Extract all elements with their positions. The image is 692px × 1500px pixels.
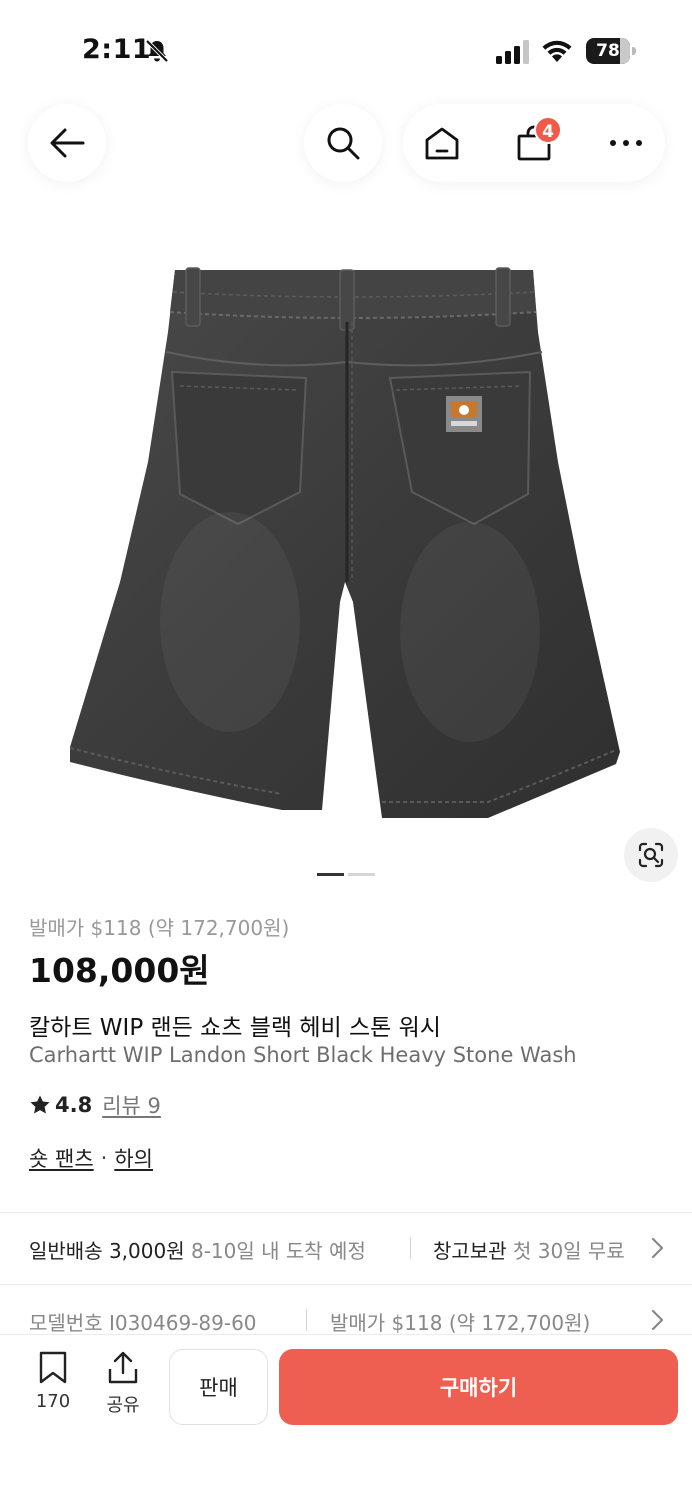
rating-row: 4.8 리뷰 9 xyxy=(29,1091,161,1119)
status-bar: 2:11 78 xyxy=(0,0,692,100)
model-release-price: 발매가 $118 (약 172,700원) xyxy=(330,1311,591,1335)
category-link-shorts[interactable]: 숏 팬츠 xyxy=(29,1143,94,1173)
warehouse-storage-note: 첫 30일 무료 xyxy=(512,1239,625,1263)
bookmark-count: 170 xyxy=(35,1391,71,1412)
bell-slash-icon xyxy=(145,39,169,63)
standard-shipping-label: 일반배송 3,000원 xyxy=(29,1239,185,1263)
product-title-english: Carhartt WIP Landon Short Black Heavy St… xyxy=(29,1043,577,1067)
product-title-korean: 칼하트 WIP 랜든 쇼츠 블랙 헤비 스톤 워시 xyxy=(29,1015,441,1041)
share-button[interactable]: 공유 xyxy=(98,1351,148,1417)
battery-icon: 78 xyxy=(586,38,636,64)
warehouse-storage[interactable]: 창고보관 첫 30일 무료 xyxy=(433,1235,639,1264)
arrow-left-icon xyxy=(50,128,85,158)
separator xyxy=(306,1309,307,1331)
home-button[interactable] xyxy=(403,104,481,182)
search-icon xyxy=(327,127,360,160)
bottom-action-bar: 170 공유 판매 구매하기 xyxy=(0,1334,692,1500)
star-icon xyxy=(30,1095,50,1114)
image-search-button[interactable] xyxy=(624,828,678,882)
shipping-options-row[interactable]: 일반배송 3,000원 8-10일 내 도착 예정 창고보관 첫 30일 무료 xyxy=(0,1213,692,1284)
more-button[interactable] xyxy=(587,104,665,182)
battery-level: 78 xyxy=(596,41,620,61)
category-breadcrumb: 숏 팬츠 · 하의 xyxy=(29,1143,153,1173)
review-link[interactable]: 리뷰 9 xyxy=(102,1090,161,1120)
warehouse-storage-label: 창고보관 xyxy=(433,1239,507,1263)
more-icon xyxy=(610,140,642,146)
lens-search-icon xyxy=(638,842,664,868)
standard-shipping-eta: 8-10일 내 도착 예정 xyxy=(190,1239,366,1263)
back-button[interactable] xyxy=(28,104,106,182)
separator xyxy=(410,1237,411,1259)
product-price: 108,000원 xyxy=(29,951,210,990)
home-icon xyxy=(425,127,459,160)
nav-action-group: 4 xyxy=(403,104,665,182)
standard-shipping[interactable]: 일반배송 3,000원 8-10일 내 도착 예정 xyxy=(29,1235,366,1264)
category-link-bottoms[interactable]: 하의 xyxy=(114,1143,153,1173)
gallery-indicator-active xyxy=(317,873,344,876)
cart-button[interactable] xyxy=(495,104,573,182)
rating-value: 4.8 xyxy=(55,1093,93,1117)
share-label: 공유 xyxy=(106,1395,140,1416)
product-image[interactable] xyxy=(60,262,630,832)
sell-button[interactable]: 판매 xyxy=(169,1349,268,1425)
chevron-right-icon[interactable] xyxy=(650,1237,664,1259)
bookmark-icon xyxy=(39,1351,67,1384)
category-separator: · xyxy=(100,1146,108,1170)
bookmark-button[interactable]: 170 xyxy=(28,1351,78,1412)
chevron-right-icon[interactable] xyxy=(650,1309,664,1331)
cart-count-badge: 4 xyxy=(534,116,562,144)
release-price: 발매가 $118 (약 172,700원) xyxy=(29,916,290,940)
wifi-icon xyxy=(542,40,572,62)
cellular-signal-icon xyxy=(496,40,529,64)
battery-nub xyxy=(632,47,636,55)
model-info-row[interactable]: 모델번호 I030469-89-60 발매가 $118 (약 172,700원) xyxy=(0,1285,692,1335)
buy-button[interactable]: 구매하기 xyxy=(279,1349,678,1425)
share-icon xyxy=(108,1351,138,1384)
search-button[interactable] xyxy=(304,104,382,182)
model-number: 모델번호 I030469-89-60 xyxy=(29,1311,257,1335)
gallery-indicator[interactable] xyxy=(348,873,375,876)
status-time: 2:11 xyxy=(82,34,152,65)
